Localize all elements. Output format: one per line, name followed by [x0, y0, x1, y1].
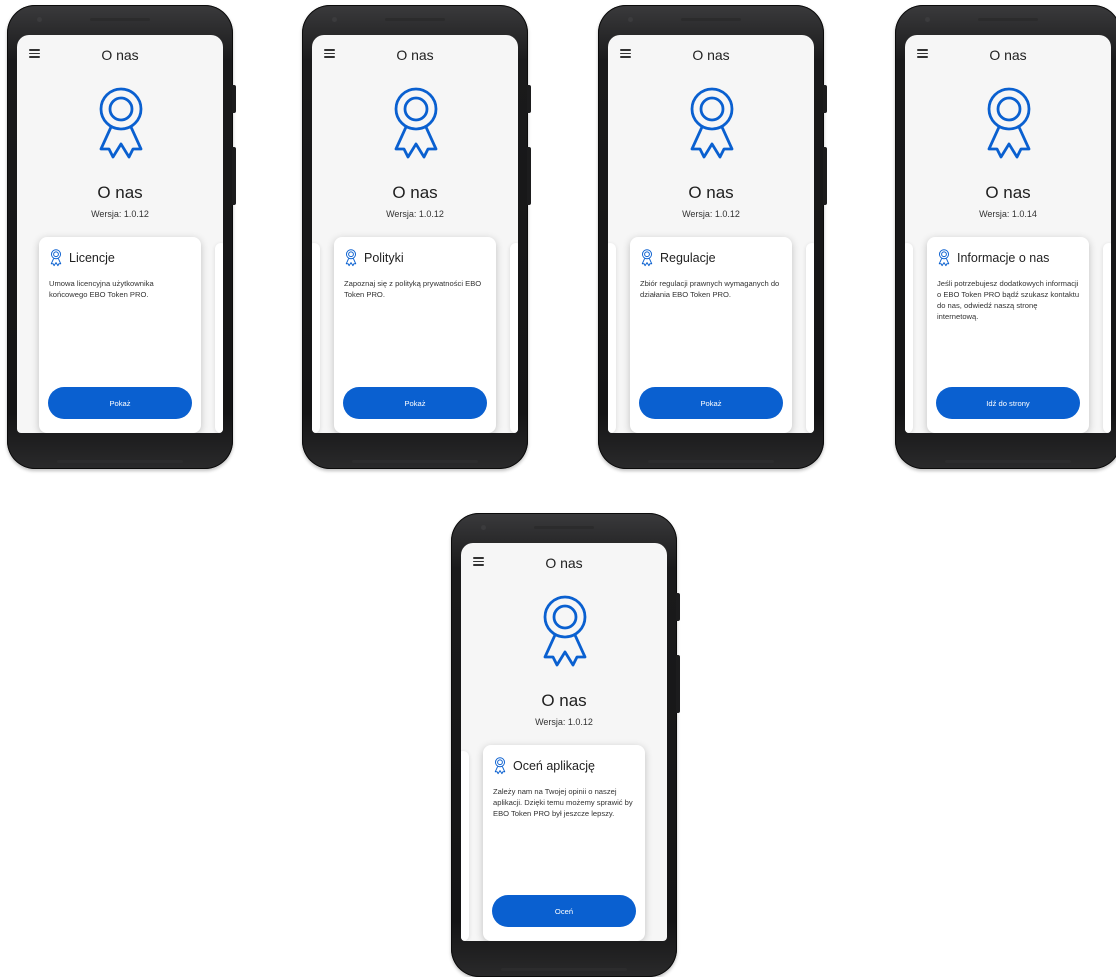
phone-volume-button: [232, 85, 236, 113]
earpiece-speaker: [385, 18, 445, 21]
version-label: Wersja: 1.0.12: [91, 209, 149, 219]
phone-volume-button: [823, 85, 827, 113]
app-screen: O nas O nas Wersja: 1.0.12 Licencje Umow…: [17, 35, 223, 433]
info-card: Informacje o nas Jeśli potrzebujesz doda…: [927, 237, 1089, 433]
phone-mockup-2: O nas O nas Wersja: 1.0.12 Polityki Zapo…: [302, 5, 531, 469]
card-description: Zbiór regulacji prawnych wymaganych do d…: [640, 279, 780, 299]
next-card-peek[interactable]: [1103, 243, 1111, 433]
award-ribbon-icon: [987, 87, 1031, 159]
app-bar-title: O nas: [396, 47, 434, 63]
phone-volume-button: [527, 85, 531, 113]
award-ribbon-icon: [690, 87, 734, 159]
card-title: Oceń aplikację: [513, 759, 595, 773]
earpiece-speaker: [978, 18, 1038, 21]
top-app-bar: O nas: [608, 35, 814, 75]
card-description: Jeśli potrzebujesz dodatkowych informacj…: [937, 279, 1080, 321]
page-title: O nas: [541, 691, 587, 710]
front-camera: [332, 17, 337, 22]
app-screen: O nas O nas Wersja: 1.0.12 Regulacje Zbi…: [608, 35, 814, 433]
phone-mockup-5: O nas O nas Wersja: 1.0.12 Oceń aplikacj…: [451, 513, 680, 977]
award-ribbon-icon: [543, 595, 587, 667]
version-label: Wersja: 1.0.14: [979, 209, 1037, 219]
info-card: Oceń aplikację Zależy nam na Twojej opin…: [483, 745, 645, 941]
top-app-bar: O nas: [905, 35, 1111, 75]
award-ribbon-icon: [394, 87, 438, 159]
rate-button[interactable]: Oceń: [492, 895, 636, 927]
award-ribbon-icon: [494, 757, 506, 775]
previous-card-peek[interactable]: [905, 243, 913, 433]
earpiece-speaker: [534, 526, 594, 529]
app-screen: O nas O nas Wersja: 1.0.12 Polityki Zapo…: [312, 35, 518, 433]
top-app-bar: O nas: [17, 35, 223, 75]
award-ribbon-icon: [938, 249, 950, 267]
bottom-speaker: [501, 968, 627, 971]
card-title: Informacje o nas: [957, 251, 1050, 265]
info-card: Regulacje Zbiór regulacji prawnych wymag…: [630, 237, 792, 433]
info-card: Polityki Zapoznaj się z polityką prywatn…: [334, 237, 496, 433]
front-camera: [481, 525, 486, 530]
app-screen: O nas O nas Wersja: 1.0.12 Oceń aplikacj…: [461, 543, 667, 941]
award-ribbon-icon: [99, 87, 143, 159]
top-app-bar: O nas: [461, 543, 667, 583]
top-app-bar: O nas: [312, 35, 518, 75]
show-button[interactable]: Pokaż: [48, 387, 192, 419]
app-bar-title: O nas: [545, 555, 583, 571]
phone-mockup-1: O nas O nas Wersja: 1.0.12 Licencje Umow…: [7, 5, 236, 469]
bottom-speaker: [648, 460, 774, 463]
front-camera: [628, 17, 633, 22]
phone-mockup-4: O nas O nas Wersja: 1.0.14 Informacje o …: [895, 5, 1116, 469]
previous-card-peek[interactable]: [608, 243, 616, 433]
next-card-peek[interactable]: [215, 243, 223, 433]
card-description: Zapoznaj się z polityką prywatności EBO …: [344, 279, 482, 299]
award-ribbon-icon: [345, 249, 357, 267]
version-label: Wersja: 1.0.12: [535, 717, 593, 727]
bottom-speaker: [945, 460, 1071, 463]
app-bar-title: O nas: [692, 47, 730, 63]
show-button[interactable]: Pokaż: [639, 387, 783, 419]
version-label: Wersja: 1.0.12: [682, 209, 740, 219]
award-ribbon-icon: [641, 249, 653, 267]
phone-power-button: [527, 147, 531, 205]
phone-volume-button: [676, 593, 680, 621]
info-card: Licencje Umowa licencyjna użytkownika ko…: [39, 237, 201, 433]
card-title: Polityki: [364, 251, 404, 265]
earpiece-speaker: [90, 18, 150, 21]
bottom-speaker: [57, 460, 183, 463]
bottom-speaker: [352, 460, 478, 463]
page-title: O nas: [97, 183, 143, 202]
front-camera: [925, 17, 930, 22]
card-title: Regulacje: [660, 251, 716, 265]
phone-mockup-3: O nas O nas Wersja: 1.0.12 Regulacje Zbi…: [598, 5, 827, 469]
app-bar-title: O nas: [989, 47, 1027, 63]
go-to-website-button[interactable]: Idź do strony: [936, 387, 1080, 419]
next-card-peek[interactable]: [806, 243, 814, 433]
page-title: O nas: [985, 183, 1031, 202]
version-label: Wersja: 1.0.12: [386, 209, 444, 219]
award-ribbon-icon: [50, 249, 62, 267]
card-description: Umowa licencyjna użytkownika końcowego E…: [49, 279, 154, 299]
app-screen: O nas O nas Wersja: 1.0.14 Informacje o …: [905, 35, 1111, 433]
phone-power-button: [676, 655, 680, 713]
page-title: O nas: [688, 183, 734, 202]
phone-power-button: [823, 147, 827, 205]
previous-card-peek[interactable]: [461, 751, 469, 941]
page-title: O nas: [392, 183, 438, 202]
phone-power-button: [232, 147, 236, 205]
front-camera: [37, 17, 42, 22]
next-card-peek[interactable]: [510, 243, 518, 433]
earpiece-speaker: [681, 18, 741, 21]
app-bar-title: O nas: [101, 47, 139, 63]
card-description: Zależy nam na Twojej opinii o naszej apl…: [493, 787, 633, 818]
show-button[interactable]: Pokaż: [343, 387, 487, 419]
card-title: Licencje: [69, 251, 115, 265]
previous-card-peek[interactable]: [312, 243, 320, 433]
